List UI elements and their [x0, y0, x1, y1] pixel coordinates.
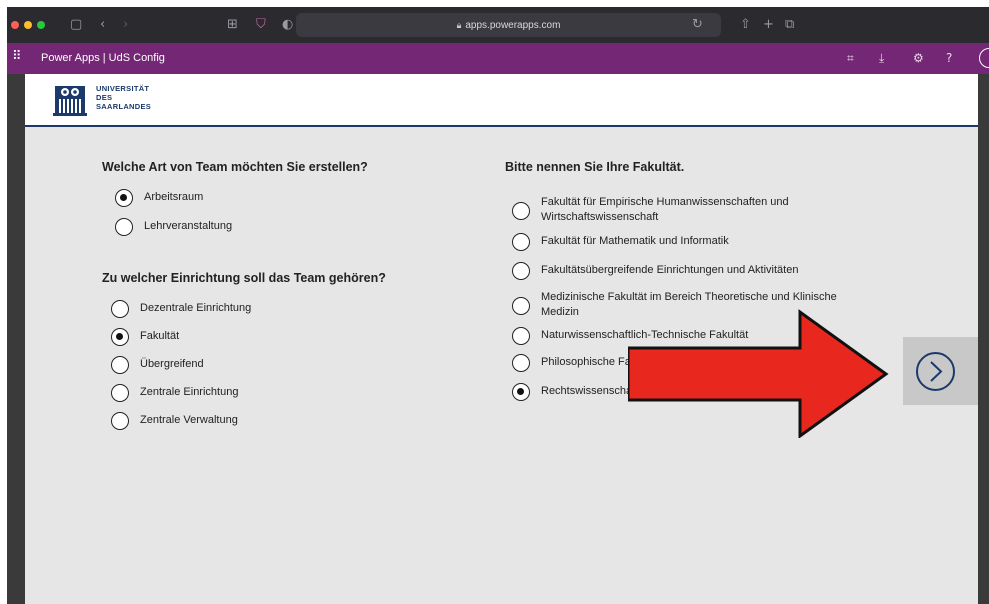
radio-button[interactable]	[111, 356, 129, 374]
institution-option-dezentrale[interactable]: Dezentrale Einrichtung	[111, 300, 251, 318]
faculty-option-empirische[interactable]: Fakultät für Empirische Humanwissenschaf…	[512, 194, 842, 225]
option-label: Arbeitsraum	[144, 191, 204, 203]
team-type-option-arbeitsraum[interactable]: Arbeitsraum	[115, 189, 203, 207]
chevron-right-circle-icon[interactable]	[915, 351, 956, 392]
window-maximize-button[interactable]	[37, 21, 45, 29]
radio-button[interactable]	[111, 412, 129, 430]
tabs-overview-icon[interactable]: ⧉	[785, 17, 794, 32]
forward-icon[interactable]: ›	[123, 17, 128, 32]
faculty-option-rechtswissenschaft[interactable]: Rechtswissenscha	[512, 383, 632, 401]
right-edge-strip	[978, 74, 989, 604]
option-label: Fakultät für Empirische Humanwissenschaf…	[541, 196, 789, 223]
address-bar[interactable]: 🔒︎ apps.powerapps.com	[296, 13, 721, 37]
account-avatar[interactable]	[979, 48, 989, 68]
radio-button[interactable]	[512, 233, 530, 251]
radio-button[interactable]	[512, 202, 530, 220]
university-seal-icon	[53, 86, 87, 116]
option-label: Fakultätsübergreifende Einrichtungen und…	[541, 264, 799, 276]
option-label: Übergreifend	[140, 358, 204, 370]
option-label: Zentrale Verwaltung	[140, 414, 238, 426]
institution-question: Zu welcher Einrichtung soll das Team geh…	[102, 271, 386, 285]
app-launcher-icon[interactable]: ⠿	[12, 49, 22, 64]
red-arrow-annotation-icon	[628, 309, 889, 438]
option-label: Rechtswissenscha	[541, 385, 633, 397]
option-label: Dezentrale Einrichtung	[140, 302, 252, 314]
download-icon[interactable]: ⤓	[879, 51, 884, 66]
radio-button[interactable]	[115, 189, 133, 207]
help-icon[interactable]: ?	[946, 51, 952, 65]
university-name-line-3: SAARLANDES	[96, 102, 152, 111]
radio-button[interactable]	[111, 384, 129, 402]
faculty-option-uebergreifende[interactable]: Fakultätsübergreifende Einrichtungen und…	[512, 262, 798, 280]
faculty-option-mathematik[interactable]: Fakultät für Mathematik und Informatik	[512, 233, 729, 251]
university-name-line-2: DES	[96, 93, 113, 102]
radio-button[interactable]	[512, 327, 530, 345]
next-button-panel	[903, 337, 978, 405]
option-label: Fakultät für Mathematik und Informatik	[541, 235, 729, 247]
address-bar-url: apps.powerapps.com	[465, 19, 561, 31]
share-icon[interactable]: ⇧	[740, 17, 751, 32]
faculty-option-philosophische[interactable]: Philosophische Fa	[512, 354, 631, 372]
shield-extension-icon[interactable]: ⛉	[256, 17, 266, 32]
new-tab-icon[interactable]: +	[763, 17, 774, 32]
browser-toolbar: ▢ ‹ › ⊞ ⛉ ◐ 🔒︎ apps.powerapps.com ↻ ⇧ + …	[7, 7, 989, 43]
reload-icon[interactable]: ↻	[692, 17, 703, 32]
app-title: Power Apps | UdS Config	[41, 52, 165, 64]
lock-icon: 🔒︎	[456, 19, 462, 30]
radio-button[interactable]	[111, 328, 129, 346]
option-label: Fakultät	[140, 330, 180, 342]
left-gutter	[7, 74, 25, 604]
window-close-button[interactable]	[11, 21, 19, 29]
radio-button[interactable]	[111, 300, 129, 318]
radio-button[interactable]	[115, 218, 133, 236]
team-type-option-lehrveranstaltung[interactable]: Lehrveranstaltung	[115, 218, 232, 236]
back-icon[interactable]: ‹	[100, 17, 105, 32]
institution-option-fakultaet[interactable]: Fakultät	[111, 328, 179, 346]
option-label: Lehrveranstaltung	[144, 220, 233, 232]
radio-button[interactable]	[512, 354, 530, 372]
tab-grid-icon[interactable]: ⊞	[227, 17, 238, 32]
sidebar-toggle-icon[interactable]: ▢	[70, 17, 82, 32]
privacy-icon[interactable]: ◐	[282, 17, 293, 32]
radio-button[interactable]	[512, 262, 530, 280]
settings-gear-icon[interactable]: ⚙	[913, 51, 924, 65]
university-header: UNIVERSITÄT DES SAARLANDES	[25, 74, 978, 127]
institution-option-zentrale-einrichtung[interactable]: Zentrale Einrichtung	[111, 384, 238, 402]
institution-option-uebergreifend[interactable]: Übergreifend	[111, 356, 204, 374]
option-label: Zentrale Einrichtung	[140, 386, 239, 398]
window-minimize-button[interactable]	[24, 21, 32, 29]
team-type-question: Welche Art von Team möchten Sie erstelle…	[102, 160, 368, 174]
institution-option-zentrale-verwaltung[interactable]: Zentrale Verwaltung	[111, 412, 238, 430]
fit-to-window-icon[interactable]: ⌗	[847, 51, 854, 66]
power-apps-header: ⠿ Power Apps | UdS Config ⌗ ⤓ ⚙ ?	[7, 43, 989, 74]
radio-button[interactable]	[512, 383, 530, 401]
university-name: UNIVERSITÄT DES SAARLANDES	[96, 84, 151, 111]
faculty-question: Bitte nennen Sie Ihre Fakultät.	[505, 160, 685, 174]
radio-button[interactable]	[512, 297, 530, 315]
option-label: Philosophische Fa	[541, 356, 631, 368]
university-name-line-1: UNIVERSITÄT	[96, 84, 150, 93]
